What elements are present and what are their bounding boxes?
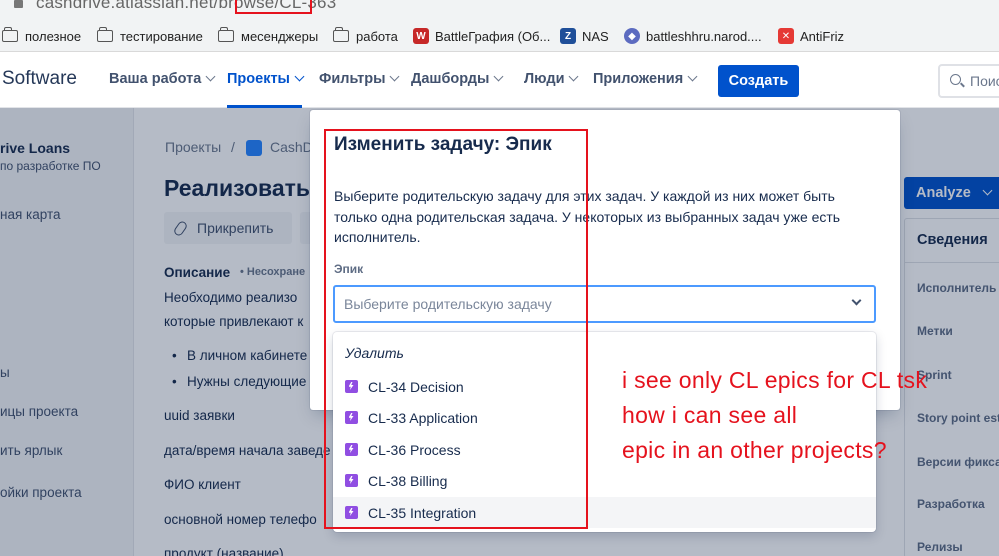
bookmark-messengers[interactable]: месенджеры (218, 27, 318, 45)
search-placeholder: Поис (970, 73, 999, 89)
nav-label: Проекты (227, 71, 290, 87)
chevron-down-icon (294, 71, 305, 82)
chevron-down-icon (687, 71, 698, 82)
bookmark-testirovanie[interactable]: тестирование (97, 27, 203, 45)
shield-icon: ◆ (624, 28, 640, 44)
address-bar[interactable]: cashdrive.atlassian.net/browse/CL-363 (0, 0, 999, 20)
nav-apps[interactable]: Приложения (593, 71, 698, 87)
battlegrafia-icon: W (413, 28, 429, 44)
bookmark-label: работа (356, 28, 398, 44)
bookmarks-bar: полезное тестирование месенджеры работа … (0, 20, 999, 52)
bookmark-label: тестирование (120, 28, 203, 44)
bookmark-antifriz[interactable]: ✕ AntiFriz (778, 27, 844, 45)
product-logo[interactable]: Software (2, 68, 77, 90)
nav-label: Ваша работа (109, 71, 202, 87)
bookmark-nas[interactable]: Z NAS (560, 27, 609, 45)
nav-people[interactable]: Люди (524, 71, 579, 87)
nav-filters[interactable]: Фильтры (319, 71, 400, 87)
folder-icon (2, 27, 18, 42)
nav-label: Приложения (593, 71, 684, 87)
annotation-text: i see only CL epics for CL tsk (622, 367, 928, 393)
nav-label: Люди (524, 71, 565, 87)
antifriz-icon: ✕ (778, 28, 794, 44)
annotation-box-issue-key (235, 0, 312, 14)
nav-label: Фильтры (319, 71, 386, 87)
chevron-down-icon (205, 71, 216, 82)
folder-icon (333, 27, 349, 42)
annotation-text: epic in an other projects? (622, 437, 887, 463)
bookmark-battlegrafia[interactable]: W BattleГрафия (Об... (413, 27, 550, 45)
search-icon (950, 74, 961, 85)
folder-icon (218, 27, 234, 42)
bookmark-label: полезное (25, 28, 82, 44)
top-navigation: Software Ваша работа Проекты Фильтры Даш… (0, 52, 999, 108)
bookmark-label: месенджеры (241, 28, 319, 44)
bookmark-poleznoe[interactable]: полезное (2, 27, 81, 45)
bookmark-label: BattleГрафия (Об... (435, 28, 551, 44)
screenshot: { "browser": { "url_host": "cashdrive.at… (0, 0, 999, 556)
create-button[interactable]: Создать (718, 65, 799, 97)
chevron-down-icon (569, 71, 579, 82)
nav-dashboards[interactable]: Дашборды (411, 71, 504, 87)
bookmark-label: NAS (582, 28, 609, 44)
chevron-down-icon[interactable] (851, 295, 862, 306)
nav-projects[interactable]: Проекты (227, 71, 305, 87)
nas-icon: Z (560, 28, 576, 44)
lock-icon (14, 0, 23, 8)
annotation-text: how i can see all (622, 402, 798, 428)
chevron-down-icon (390, 71, 400, 82)
nav-label: Дашборды (411, 71, 490, 87)
chevron-down-icon (493, 71, 504, 82)
bookmark-battleshhru[interactable]: ◆ battleshhru.narod.... (624, 27, 762, 45)
nav-your-work[interactable]: Ваша работа (109, 71, 216, 87)
search-input[interactable]: Поис (938, 64, 999, 98)
bookmark-label: battleshhru.narod.... (646, 28, 762, 44)
bookmark-rabota[interactable]: работа (333, 27, 398, 45)
bookmark-label: AntiFriz (800, 28, 845, 44)
annotation-box-epics (324, 129, 588, 529)
folder-icon (97, 27, 113, 42)
